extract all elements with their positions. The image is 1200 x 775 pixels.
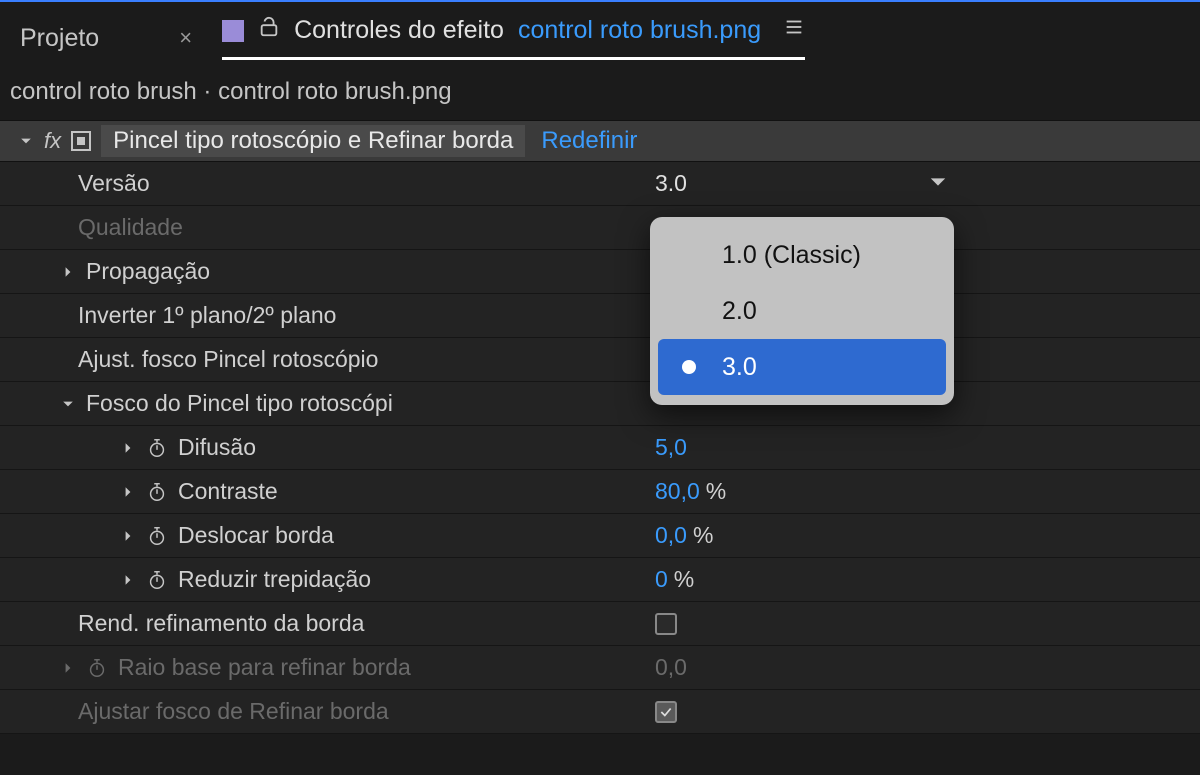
- prop-base-radius-value: 0,0: [655, 654, 687, 681]
- prop-contrast-value[interactable]: 80,0: [655, 478, 700, 505]
- stopwatch-icon[interactable]: [146, 481, 168, 503]
- close-icon[interactable]: ×: [179, 25, 192, 51]
- tab-effect-controls[interactable]: Controles do efeito control roto brush.p…: [222, 16, 805, 60]
- prop-adjust-refine-label: Ajustar fosco de Refinar borda: [78, 698, 389, 725]
- chevron-right-icon[interactable]: [60, 264, 76, 280]
- lock-icon: [258, 16, 280, 45]
- tab-project-label: Projeto: [20, 24, 99, 53]
- prop-invert-label: Inverter 1º plano/2º plano: [78, 302, 336, 329]
- prop-feather-label: Difusão: [178, 434, 256, 461]
- chevron-down-icon: [929, 170, 947, 197]
- prop-render-refine: Rend. refinamento da borda: [0, 602, 1200, 646]
- prop-propagation: Propagação: [0, 250, 1200, 294]
- prop-feather: Difusão 5,0: [0, 426, 1200, 470]
- effect-header: fx Pincel tipo rotoscópio e Refinar bord…: [0, 120, 1200, 162]
- chevron-right-icon[interactable]: [120, 572, 136, 588]
- tab-project[interactable]: Projeto ×: [20, 24, 192, 53]
- dropdown-option-1[interactable]: 1.0 (Classic): [658, 227, 946, 283]
- prop-feather-value[interactable]: 5,0: [655, 434, 687, 461]
- reset-link[interactable]: Redefinir: [541, 127, 637, 155]
- stopwatch-icon[interactable]: [146, 525, 168, 547]
- render-refine-checkbox[interactable]: [655, 613, 677, 635]
- version-dropdown[interactable]: 3.0: [655, 170, 967, 197]
- prop-version-label: Versão: [78, 170, 150, 197]
- dropdown-option-3-label: 3.0: [722, 353, 757, 382]
- prop-quality-label: Qualidade: [78, 214, 183, 241]
- prop-contrast-suffix: %: [706, 478, 726, 505]
- prop-reduce-chatter-label: Reduzir trepidação: [178, 566, 371, 593]
- prop-propagation-label: Propagação: [86, 258, 210, 285]
- prop-reduce-chatter-value[interactable]: 0: [655, 566, 668, 593]
- prop-adjust-matte-label: Ajust. fosco Pincel rotoscópio: [78, 346, 378, 373]
- prop-shift-edge: Deslocar borda 0,0%: [0, 514, 1200, 558]
- prop-adjust-matte: Ajust. fosco Pincel rotoscópio: [0, 338, 1200, 382]
- prop-quality: Qualidade: [0, 206, 1200, 250]
- prop-contrast: Contraste 80,0%: [0, 470, 1200, 514]
- panel-menu-icon[interactable]: [783, 16, 805, 45]
- prop-shift-edge-label: Deslocar borda: [178, 522, 334, 549]
- chevron-right-icon[interactable]: [120, 440, 136, 456]
- prop-shift-edge-value[interactable]: 0,0: [655, 522, 687, 549]
- stopwatch-icon[interactable]: [146, 437, 168, 459]
- prop-reduce-chatter: Reduzir trepidação 0%: [0, 558, 1200, 602]
- effect-name[interactable]: Pincel tipo rotoscópio e Refinar borda: [101, 125, 525, 157]
- breadcrumb: control roto brush · control roto brush.…: [0, 60, 1200, 120]
- chevron-right-icon[interactable]: [120, 528, 136, 544]
- prop-shift-edge-suffix: %: [693, 522, 713, 549]
- prop-matte-group-label: Fosco do Pincel tipo rotoscópi: [86, 390, 393, 417]
- stopwatch-icon: [86, 657, 108, 679]
- panel-tab-bar: Projeto × Controles do efeito control ro…: [0, 2, 1200, 60]
- adjust-refine-checkbox: [655, 701, 677, 723]
- stopwatch-icon[interactable]: [146, 569, 168, 591]
- selected-bullet-icon: [682, 360, 696, 374]
- chevron-right-icon[interactable]: [60, 660, 76, 676]
- properties-list: Versão 3.0 Qualidade Propagação Inverter…: [0, 162, 1200, 734]
- chevron-right-icon[interactable]: [120, 484, 136, 500]
- compositing-options-icon[interactable]: [71, 131, 91, 151]
- chevron-down-icon[interactable]: [18, 133, 34, 149]
- fx-icon[interactable]: fx: [44, 128, 61, 154]
- prop-base-radius-label: Raio base para refinar borda: [118, 654, 411, 681]
- prop-version: Versão 3.0: [0, 162, 1200, 206]
- dropdown-option-2[interactable]: 2.0: [658, 283, 946, 339]
- prop-base-radius: Raio base para refinar borda 0,0: [0, 646, 1200, 690]
- prop-reduce-chatter-suffix: %: [674, 566, 694, 593]
- prop-invert: Inverter 1º plano/2º plano: [0, 294, 1200, 338]
- tab-effect-controls-file: control roto brush.png: [518, 16, 761, 45]
- prop-matte-group: Fosco do Pincel tipo rotoscópi: [0, 382, 1200, 426]
- version-dropdown-popup: 1.0 (Classic) 2.0 3.0: [650, 217, 954, 405]
- prop-adjust-refine: Ajustar fosco de Refinar borda: [0, 690, 1200, 734]
- dropdown-option-3[interactable]: 3.0: [658, 339, 946, 395]
- layer-color-swatch-icon: [222, 20, 244, 42]
- version-dropdown-value: 3.0: [655, 170, 687, 197]
- chevron-down-icon[interactable]: [60, 396, 76, 412]
- prop-render-refine-label: Rend. refinamento da borda: [78, 610, 364, 637]
- tab-effect-controls-label: Controles do efeito: [294, 16, 504, 45]
- prop-contrast-label: Contraste: [178, 478, 278, 505]
